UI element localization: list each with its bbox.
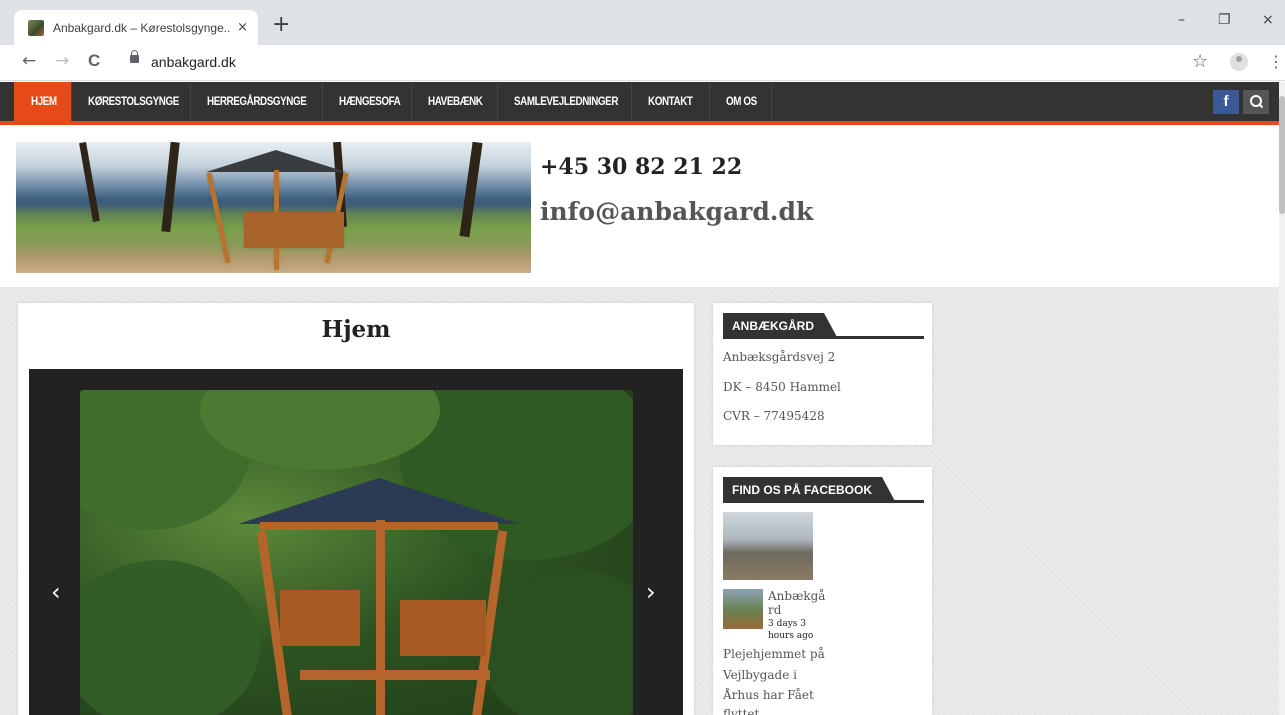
address-widget-title: ANBÆKGÅRD: [723, 313, 838, 339]
site-navigation: [0, 82, 1280, 125]
facebook-page-avatar[interactable]: [723, 589, 763, 629]
nav-divider: [71, 82, 72, 121]
window-minimize-button[interactable]: –: [1178, 12, 1185, 28]
tab-title: Anbakgard.dk – Kørestolsgynge...: [53, 20, 232, 35]
nav-divider: [631, 82, 632, 121]
lock-icon[interactable]: [130, 50, 139, 63]
browser-tab[interactable]: Anbakgard.dk – Kørestolsgynge... ×: [14, 10, 258, 45]
site-favicon-icon: [28, 19, 44, 36]
facebook-icon[interactable]: f: [1213, 90, 1239, 114]
nav-item-kontakt[interactable]: KONTAKT: [648, 82, 693, 121]
facebook-post-text: Vejlbygade i: [723, 668, 797, 682]
facebook-widget-title: FIND OS PÅ FACEBOOK: [723, 477, 897, 503]
header-phone[interactable]: +45 30 82 21 22: [540, 154, 742, 180]
nav-item-hjem[interactable]: HJEM: [31, 82, 57, 121]
window-restore-button[interactable]: ❐: [1218, 12, 1231, 28]
nav-divider: [709, 82, 710, 121]
nav-item-herregardsgynge[interactable]: HERREGÅRDSGYNGE: [207, 82, 307, 121]
search-icon[interactable]: [1243, 90, 1269, 114]
facebook-post-text: flyttet: [723, 707, 760, 715]
facebook-post-image[interactable]: [723, 512, 813, 580]
address-bar[interactable]: anbakgard.dk: [151, 54, 236, 70]
bookmark-star-icon[interactable]: ☆: [1192, 51, 1208, 72]
nav-divider: [190, 82, 191, 121]
address-cvr: CVR – 77495428: [723, 409, 825, 423]
new-tab-button[interactable]: +: [272, 14, 290, 36]
slider-image[interactable]: [80, 390, 633, 715]
address-street: Anbæksgårdsvej 2: [723, 350, 836, 364]
nav-divider: [497, 82, 498, 121]
facebook-timestamp: 3 days 3: [768, 619, 807, 629]
address-city: DK – 8450 Hammel: [723, 380, 841, 394]
facebook-post-text: Plejehjemmet på: [723, 647, 825, 661]
nav-item-korestolsgynge[interactable]: KØRESTOLSGYNGE: [88, 82, 179, 121]
nav-item-haengesofa[interactable]: HÆNGESOFA: [339, 82, 401, 121]
tab-close-icon[interactable]: ×: [237, 20, 248, 35]
page-scrollbar-thumb[interactable]: [1279, 96, 1285, 214]
nav-item-om-os[interactable]: OM OS: [726, 82, 757, 121]
header-email[interactable]: info@anbakgard.dk: [540, 197, 813, 226]
header-banner-image[interactable]: [16, 142, 531, 273]
facebook-timestamp-cont: hours ago: [768, 631, 814, 641]
reload-icon[interactable]: C: [88, 51, 100, 71]
page-title: Hjem: [321, 316, 391, 343]
slider-prev-button[interactable]: ‹: [51, 578, 61, 606]
forward-arrow-icon[interactable]: →: [55, 51, 69, 71]
slider-next-button[interactable]: ›: [646, 578, 656, 606]
facebook-author-cont[interactable]: rd: [768, 603, 781, 617]
nav-divider: [771, 82, 772, 121]
profile-avatar-icon[interactable]: [1230, 53, 1248, 71]
browser-menu-icon[interactable]: ⋮: [1268, 52, 1284, 71]
address-widget-header: ANBÆKGÅRD: [723, 313, 924, 339]
back-arrow-icon[interactable]: ←: [22, 51, 36, 71]
facebook-widget-header: FIND OS PÅ FACEBOOK: [723, 477, 924, 503]
nav-divider: [411, 82, 412, 121]
nav-item-havebaenk[interactable]: HAVEBÆNK: [428, 82, 483, 121]
facebook-post-text: Århus har Fået: [723, 688, 814, 702]
window-close-button[interactable]: ×: [1262, 12, 1274, 28]
nav-divider: [322, 82, 323, 121]
nav-item-samlevejledninger[interactable]: SAMLEVEJLEDNINGER: [514, 82, 618, 121]
facebook-author[interactable]: Anbækgå: [768, 589, 825, 603]
